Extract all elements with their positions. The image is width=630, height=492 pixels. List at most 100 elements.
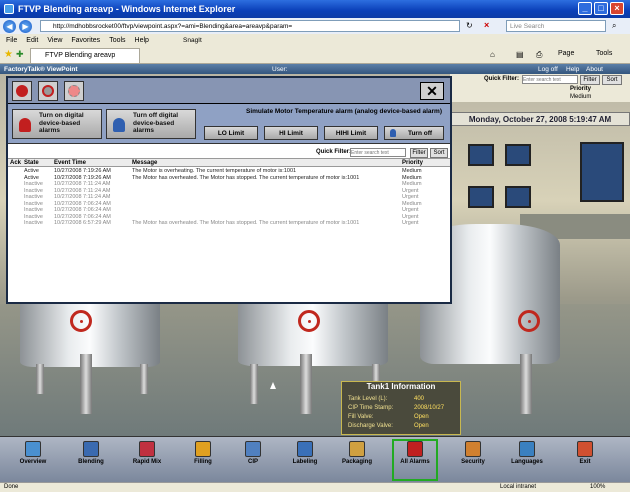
about-link[interactable]: About: [586, 66, 603, 73]
col-event-time[interactable]: Event Time: [54, 159, 86, 167]
nav-rapid-mix-icon: [139, 441, 155, 457]
close-icon[interactable]: ✕: [420, 82, 444, 100]
page-menu[interactable]: Page: [558, 50, 574, 57]
nav-exit[interactable]: Exit: [564, 441, 606, 479]
turn-off-button[interactable]: Turn off: [384, 126, 444, 140]
popup-filter-label: Quick Filter:: [316, 149, 352, 155]
nav-rapid-mix[interactable]: Rapid Mix: [126, 441, 168, 479]
tank-leg: [36, 364, 44, 394]
hi-limit-button[interactable]: HI Limit: [264, 126, 318, 140]
alarm-popup: ✕ Turn on digital device-based alarms Tu…: [6, 76, 452, 304]
popup-filter-button[interactable]: Filter: [410, 148, 428, 158]
tab-ftvp[interactable]: FTVP Blending areavp: [30, 48, 140, 63]
cip-time-label: CIP Time Stamp:: [348, 405, 394, 411]
nav-blending[interactable]: Blending: [70, 441, 112, 479]
factorytalk-header: FactoryTalk® ViewPoint User: Log off Hel…: [0, 64, 630, 74]
factory-window: [468, 144, 494, 166]
alarm-blue-icon: [113, 118, 125, 132]
search-icon[interactable]: ⌕: [612, 21, 616, 31]
logoff-link[interactable]: Log off: [538, 66, 558, 73]
window-titlebar: FTVP Blending areavp - Windows Internet …: [0, 0, 630, 18]
menu-favorites[interactable]: Favorites: [71, 37, 100, 44]
col-state[interactable]: State: [24, 159, 39, 167]
tab-bar: ★ ✚ FTVP Blending areavp ⌂ ▤ ⎙ Page Tool…: [0, 46, 630, 64]
user-label: User:: [272, 65, 288, 73]
valve-wheel-icon[interactable]: [518, 310, 540, 332]
print-icon[interactable]: ⎙: [536, 50, 542, 60]
nav-labeling[interactable]: Labeling: [284, 441, 326, 479]
nav-packaging[interactable]: Packaging: [336, 441, 378, 479]
minimize-button[interactable]: _: [578, 2, 592, 15]
maximize-button[interactable]: □: [594, 2, 608, 15]
alarm-controls: Turn on digital device-based alarms Turn…: [8, 104, 450, 144]
filter-button[interactable]: Filter: [580, 75, 600, 85]
quick-filter-input[interactable]: [522, 75, 578, 84]
menu-tools[interactable]: Tools: [109, 37, 125, 44]
nav-all-alarms-icon: [407, 441, 423, 457]
nav-filling[interactable]: Filling: [182, 441, 224, 479]
stop-icon[interactable]: ×: [484, 20, 489, 30]
alarm-settings-icon[interactable]: [38, 81, 58, 101]
menu-help[interactable]: Help: [135, 37, 149, 44]
forward-button[interactable]: ▶: [19, 19, 32, 33]
nav-label: Filling: [194, 459, 212, 465]
discharge-valve-label: Discharge Valve:: [348, 423, 393, 429]
lo-limit-button[interactable]: LO Limit: [204, 126, 258, 140]
ie-icon: [4, 4, 14, 14]
feeds-icon[interactable]: ▤: [516, 50, 524, 59]
alarm-table-header: Ack State Event Time Message Priority: [8, 158, 450, 167]
tank-info-panel: Tank1 Information Tank Level (L): 400 CI…: [341, 381, 461, 435]
favorites-star-icon[interactable]: ★: [4, 49, 13, 60]
help-link[interactable]: Help: [566, 66, 579, 73]
snagit-button[interactable]: SnagIt: [183, 37, 202, 44]
ft-brand: FactoryTalk® ViewPoint: [4, 65, 78, 73]
valve-wheel-icon[interactable]: [70, 310, 92, 332]
col-priority[interactable]: Priority: [402, 159, 423, 167]
col-message[interactable]: Message: [132, 159, 157, 167]
pipe: [300, 354, 312, 414]
live-search-input[interactable]: Live Search: [506, 20, 606, 32]
cip-time-value: 2008/10/27: [414, 405, 445, 411]
col-ack[interactable]: Ack: [10, 159, 21, 167]
nav-cip[interactable]: CIP: [232, 441, 274, 479]
turn-on-alarms-button[interactable]: Turn on digital device-based alarms: [12, 109, 102, 139]
nav-packaging-icon: [349, 441, 365, 457]
alarm-row[interactable]: Inactive 10/27/2008 6:57:29 AM The Motor h…: [8, 220, 450, 227]
nav-security[interactable]: Security: [452, 441, 494, 479]
valve-wheel-icon[interactable]: [298, 310, 320, 332]
menu-file[interactable]: File: [6, 37, 17, 44]
tank-level-label: Tank Level (L):: [348, 396, 388, 402]
status-bar: Done Local intranet 100%: [0, 482, 630, 492]
tank-level-value: 400: [414, 396, 425, 402]
alarm-state: Inactive: [24, 220, 43, 226]
nav-labeling-icon: [297, 441, 313, 457]
menu-view[interactable]: View: [47, 37, 62, 44]
mouse-cursor-icon: [270, 382, 276, 389]
status-text: Done: [4, 484, 19, 490]
sort-button[interactable]: Sort: [602, 75, 622, 85]
nav-all-alarms[interactable]: All Alarms: [392, 439, 438, 481]
close-window-button[interactable]: ×: [610, 2, 624, 15]
menu-edit[interactable]: Edit: [26, 37, 38, 44]
nav-blending-icon: [83, 441, 99, 457]
zoom-level[interactable]: 100%: [590, 483, 605, 492]
home-icon[interactable]: ⌂: [490, 50, 495, 59]
tools-menu[interactable]: Tools: [596, 50, 612, 57]
alarm-time: 10/27/2008 6:57:29 AM: [54, 220, 111, 226]
turn-off-alarms-button[interactable]: Turn off digital device-based alarms: [106, 109, 196, 139]
tank-leg: [140, 364, 148, 394]
nav-overview[interactable]: Overview: [12, 441, 54, 479]
alarm-bell-icon[interactable]: [12, 81, 32, 101]
back-button[interactable]: ◀: [3, 19, 16, 33]
nav-languages[interactable]: Languages: [506, 441, 548, 479]
url-input[interactable]: http://mdhobbsrocket00/ftvp/viewpoint.as…: [40, 20, 460, 32]
popup-sort-button[interactable]: Sort: [430, 148, 448, 158]
pipe: [80, 354, 92, 414]
turn-on-label: Turn on digital device-based alarms: [39, 112, 84, 134]
alarm-silence-icon[interactable]: [64, 81, 84, 101]
add-favorite-icon[interactable]: ✚: [16, 49, 24, 60]
hihi-limit-button[interactable]: HIHI Limit: [324, 126, 378, 140]
refresh-icon[interactable]: ↻: [466, 21, 473, 30]
nav-label: Security: [461, 459, 485, 465]
popup-filter-input[interactable]: [350, 148, 406, 157]
